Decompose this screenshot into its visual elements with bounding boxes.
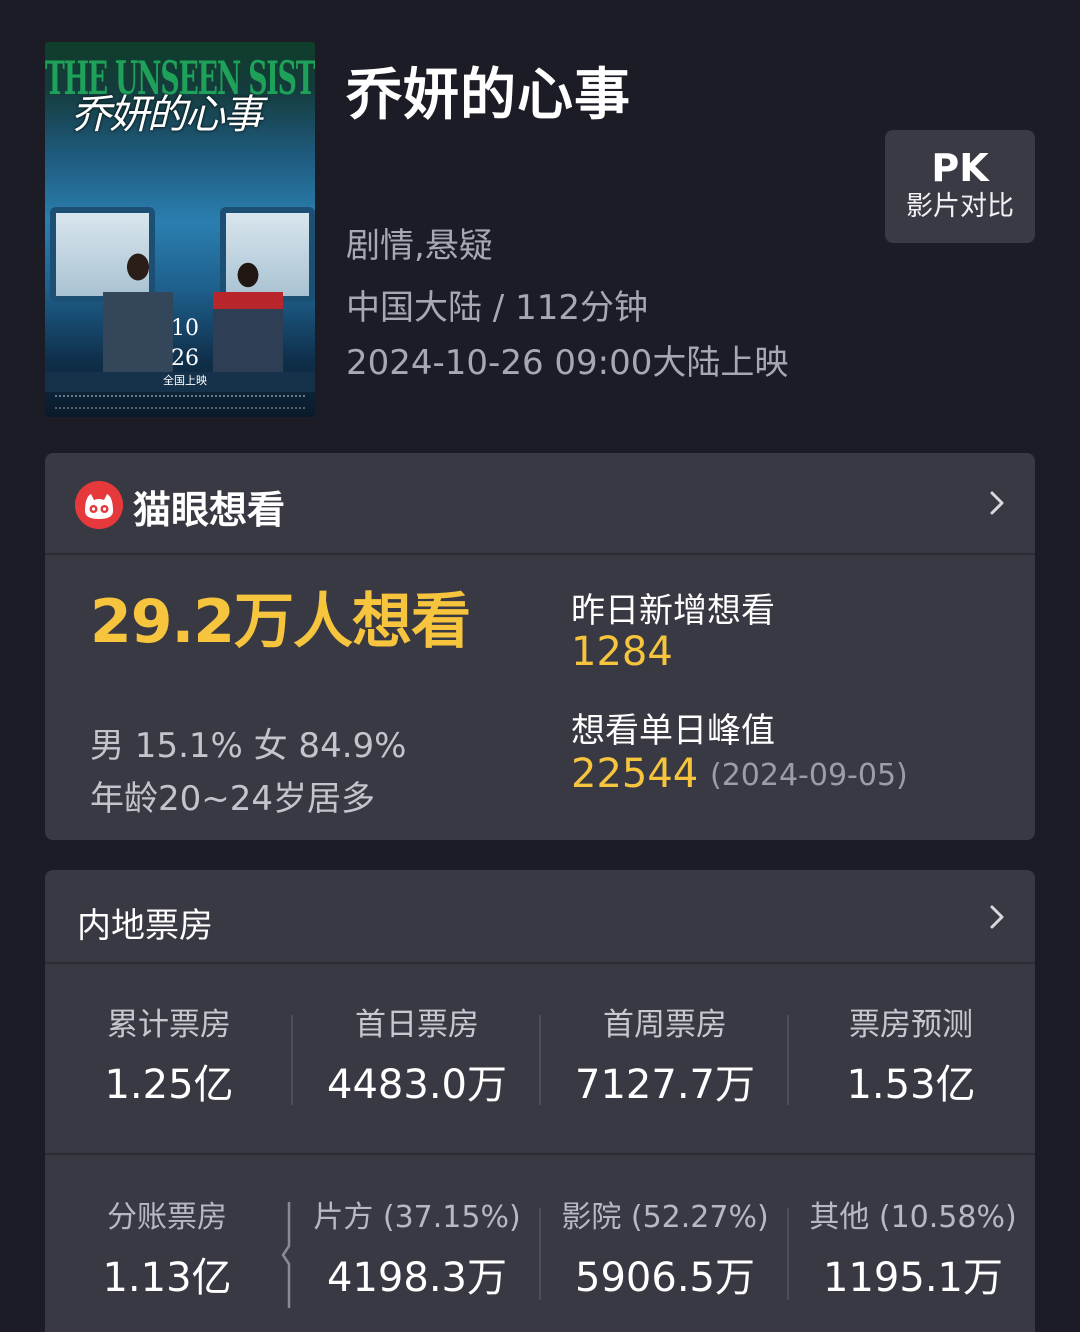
poster-title-cn: 乔妍的心事 xyxy=(71,92,263,138)
stat-label: 分账票房 xyxy=(107,1200,227,1235)
stat-label: 片方 (37.15%) xyxy=(313,1200,521,1235)
row-divider xyxy=(45,1153,1035,1155)
stat-value: 1.13亿 xyxy=(102,1255,232,1301)
box-office-title: 内地票房 xyxy=(77,906,213,946)
daily-peak-value: 22544 xyxy=(571,751,699,797)
movie-release-date: 2024-10-26 09:00大陆上映 xyxy=(346,343,789,383)
maoyan-card-header[interactable]: 猫眼想看 xyxy=(45,453,1035,555)
poster-date-sub: 全国上映 xyxy=(163,374,207,387)
stat-value: 7127.7万 xyxy=(575,1062,755,1108)
yesterday-new-value: 1284 xyxy=(571,629,673,675)
box-office-card: 内地票房 累计票房 1.25亿 首日票房 4483.0万 首周票房 7127.7… xyxy=(45,870,1035,1332)
poster-figure-right xyxy=(213,247,283,377)
daily-peak-date: (2024-09-05) xyxy=(710,758,908,793)
stat-cinema-share: 影院 (52.27%) 5906.5万 xyxy=(541,1198,789,1304)
pk-compare-button[interactable]: PK 影片对比 xyxy=(885,130,1035,243)
maoyan-cat-icon xyxy=(75,481,123,529)
maoyan-want-card: 猫眼想看 29.2万人想看 男 15.1% 女 84.9% 年龄20~24岁居多… xyxy=(45,453,1035,840)
stat-first-day: 首日票房 4483.0万 xyxy=(293,1005,541,1111)
want-total: 29.2万人想看 xyxy=(90,587,471,657)
daily-peak-label: 想看单日峰值 xyxy=(571,711,775,751)
stat-forecast: 票房预测 1.53亿 xyxy=(787,1005,1035,1111)
poster-release-date: 10 26 全国上映 xyxy=(163,314,207,388)
audience-gender: 男 15.1% 女 84.9% xyxy=(90,726,407,766)
stat-value: 1.25亿 xyxy=(104,1062,234,1108)
movie-region-duration: 中国大陆 / 112分钟 xyxy=(346,288,648,328)
stat-label: 累计票房 xyxy=(107,1007,231,1043)
stat-value: 4198.3万 xyxy=(327,1255,507,1301)
stat-split-box-office: 分账票房 1.13亿 xyxy=(45,1198,289,1304)
stat-value: 5906.5万 xyxy=(575,1255,755,1301)
poster-date-month: 10 xyxy=(171,316,199,341)
box-office-header[interactable]: 内地票房 xyxy=(45,870,1035,964)
maoyan-card-title: 猫眼想看 xyxy=(133,488,286,532)
audience-age: 年龄20~24岁居多 xyxy=(90,779,376,819)
stat-label: 票房预测 xyxy=(849,1007,973,1043)
chevron-right-icon[interactable] xyxy=(989,903,1005,931)
stat-label: 其他 (10.58%) xyxy=(809,1200,1017,1235)
pk-sublabel: 影片对比 xyxy=(906,191,1014,222)
yesterday-new-label: 昨日新增想看 xyxy=(571,591,775,631)
movie-poster[interactable]: THE UNSEEN SISTER 乔妍的心事 10 26 全国上映 xyxy=(45,42,315,417)
movie-title: 乔妍的心事 xyxy=(346,63,631,128)
pk-label: PK xyxy=(931,146,989,190)
stat-total-box-office: 累计票房 1.25亿 xyxy=(45,1005,293,1111)
chevron-right-icon[interactable] xyxy=(989,489,1005,517)
stat-value: 4483.0万 xyxy=(327,1062,507,1108)
stat-label: 首周票房 xyxy=(603,1007,727,1043)
poster-date-day: 26 xyxy=(171,346,199,371)
stat-label: 影院 (52.27%) xyxy=(561,1200,769,1235)
poster-credits xyxy=(55,395,305,409)
stat-value: 1.53亿 xyxy=(846,1062,976,1108)
stat-label: 首日票房 xyxy=(355,1007,479,1043)
stat-other-share: 其他 (10.58%) 1195.1万 xyxy=(789,1198,1035,1304)
stat-first-week: 首周票房 7127.7万 xyxy=(541,1005,789,1111)
stat-producer-share: 片方 (37.15%) 4198.3万 xyxy=(293,1198,541,1304)
movie-genre: 剧情,悬疑 xyxy=(346,226,493,266)
stat-value: 1195.1万 xyxy=(823,1255,1003,1301)
